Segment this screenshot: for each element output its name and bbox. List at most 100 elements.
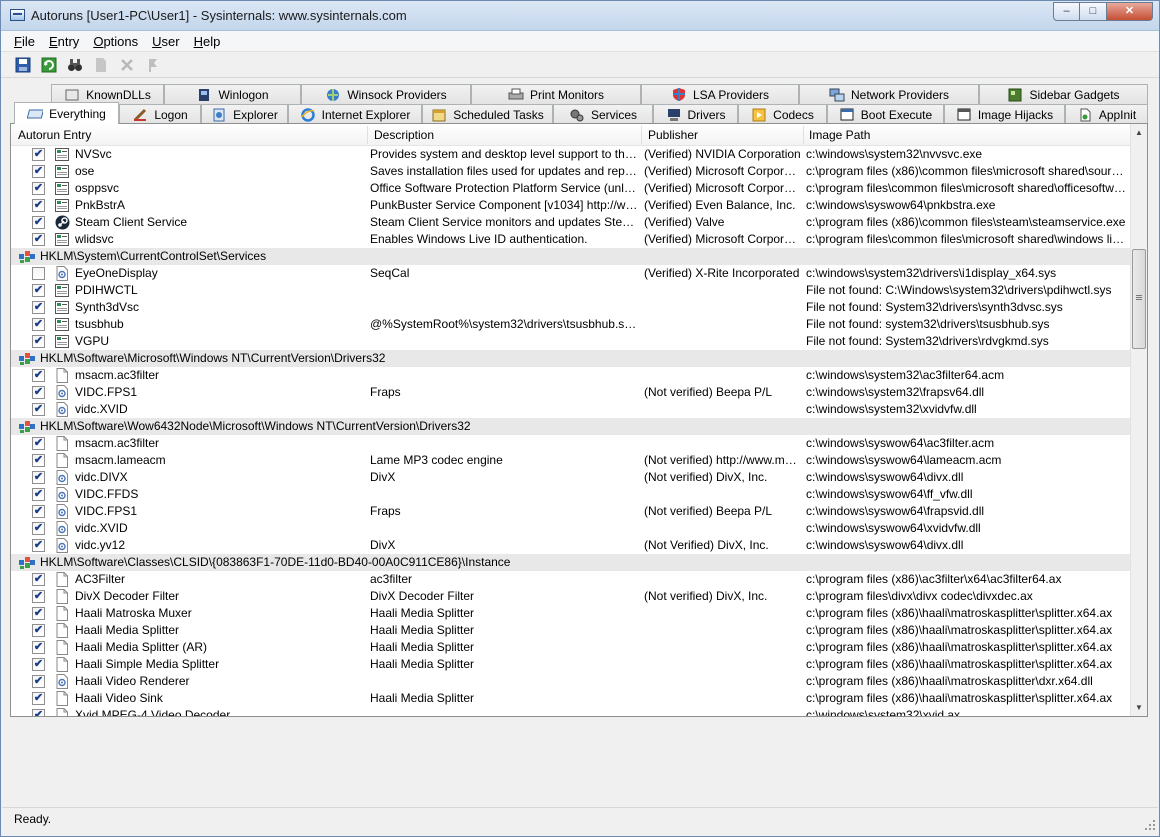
table-row[interactable]: ✔ Haali Simple Media Splitter Haali Media … (11, 656, 1131, 673)
save-button[interactable] (13, 55, 33, 75)
autoruns-list[interactable]: Autorun Entry Description Publisher Imag… (10, 123, 1148, 717)
enable-checkbox[interactable]: ✔ (32, 233, 45, 246)
table-row[interactable]: ✔ ose Saves installation files used for up… (11, 163, 1131, 180)
enable-checkbox[interactable]: ✔ (32, 675, 45, 688)
enable-checkbox[interactable]: ✔ (32, 539, 45, 552)
table-row[interactable]: ✔ vidc.XVID c:\windows\system32\xvidvfw.dl… (11, 401, 1131, 418)
tab-winlogon[interactable]: Winlogon (164, 84, 301, 104)
table-row[interactable]: EyeOneDisplay SeqCal (Verified) X-Rite Inc… (11, 265, 1131, 282)
table-row[interactable]: ✔ vidc.DIVX DivX (Not verified) DivX, Inc. c… (11, 469, 1131, 486)
tab-internet-explorer[interactable]: Internet Explorer (288, 104, 422, 124)
minimize-button[interactable]: – (1053, 2, 1080, 21)
close-button[interactable]: ✕ (1107, 2, 1153, 21)
table-row[interactable]: ✔ Haali Media Splitter (AR) Haali Media Sp… (11, 639, 1131, 656)
enable-checkbox[interactable]: ✔ (32, 403, 45, 416)
enable-checkbox[interactable]: ✔ (32, 624, 45, 637)
menu-entry[interactable]: Entry (42, 34, 86, 49)
table-row[interactable]: ✔ AC3Filter ac3filter c:\program files (x86… (11, 571, 1131, 588)
enable-checkbox[interactable]: ✔ (32, 301, 45, 314)
column-divider[interactable] (641, 126, 642, 144)
table-row[interactable]: ✔ VIDC.FFDS c:\windows\syswow64\ff_vfw.dll (11, 486, 1131, 503)
enable-checkbox[interactable]: ✔ (32, 369, 45, 382)
enable-checkbox[interactable]: ✔ (32, 199, 45, 212)
table-row[interactable]: ✔ PDIHWCTL File not found: C:\Windows\syst… (11, 282, 1131, 299)
scroll-up-arrow-icon[interactable]: ▲ (1131, 124, 1147, 141)
registry-key-group-row[interactable]: HKLM\System\CurrentControlSet\Services (11, 248, 1131, 265)
table-row[interactable]: ✔ Xvid MPEG-4 Video Decoder c:\windows\sys… (11, 707, 1131, 716)
vertical-scrollbar[interactable]: ▲ ▼ (1130, 124, 1147, 716)
table-row[interactable]: ✔ DivX Decoder Filter DivX Decoder Filter (… (11, 588, 1131, 605)
menu-options[interactable]: Options (86, 34, 145, 49)
enable-checkbox[interactable]: ✔ (32, 590, 45, 603)
title-bar[interactable]: Autoruns [User1-PC\User1] - Sysinternals… (1, 1, 1159, 31)
tab-knowndlls[interactable]: KnownDLLs (51, 84, 164, 104)
enable-checkbox[interactable]: ✔ (32, 641, 45, 654)
table-row[interactable]: ✔ msacm.ac3filter c:\windows\system32\ac3f… (11, 367, 1131, 384)
tab-appinit[interactable]: AppInit (1065, 104, 1148, 124)
enable-checkbox[interactable]: ✔ (32, 284, 45, 297)
enable-checkbox[interactable]: ✔ (32, 573, 45, 586)
column-header-description[interactable]: Description (374, 128, 434, 142)
table-row[interactable]: ✔ Haali Media Splitter Haali Media Splitte… (11, 622, 1131, 639)
enable-checkbox[interactable]: ✔ (32, 386, 45, 399)
enable-checkbox[interactable]: ✔ (32, 471, 45, 484)
refresh-button[interactable] (39, 55, 59, 75)
tab-image-hijacks[interactable]: Image Hijacks (944, 104, 1065, 124)
enable-checkbox[interactable]: ✔ (32, 318, 45, 331)
maximize-button[interactable]: □ (1080, 2, 1107, 21)
registry-key-group-row[interactable]: HKLM\Software\Microsoft\Windows NT\Curre… (11, 350, 1131, 367)
scrollbar-thumb[interactable] (1132, 249, 1146, 349)
enable-checkbox[interactable]: ✔ (32, 709, 45, 716)
table-row[interactable]: ✔ vidc.XVID c:\windows\syswow64\xvidvfw.dl… (11, 520, 1131, 537)
table-row[interactable]: ✔ Synth3dVsc File not found: System32\driv… (11, 299, 1131, 316)
table-row[interactable]: ✔ Haali Matroska Muxer Haali Media Splitte… (11, 605, 1131, 622)
enable-checkbox[interactable]: ✔ (32, 658, 45, 671)
table-row[interactable]: ✔ Haali Video Renderer c:\program files (x… (11, 673, 1131, 690)
column-header-image-path[interactable]: Image Path (809, 128, 870, 142)
tab-network-providers[interactable]: Network Providers (799, 84, 979, 104)
tab-boot-execute[interactable]: Boot Execute (827, 104, 944, 124)
enable-checkbox[interactable]: ✔ (32, 607, 45, 620)
enable-checkbox[interactable]: ✔ (32, 488, 45, 501)
column-divider[interactable] (803, 126, 804, 144)
scroll-down-arrow-icon[interactable]: ▼ (1131, 699, 1147, 716)
tab-drivers[interactable]: Drivers (653, 104, 738, 124)
tab-codecs[interactable]: Codecs (738, 104, 827, 124)
properties-button[interactable] (91, 55, 111, 75)
tab-print-monitors[interactable]: Print Monitors (471, 84, 641, 104)
registry-key-group-row[interactable]: HKLM\Software\Classes\CLSID\{083863F1-70… (11, 554, 1131, 571)
table-row[interactable]: ✔ NVSvc Provides system and desktop level … (11, 146, 1131, 163)
table-row[interactable]: ✔ vidc.yv12 DivX (Not Verified) DivX, Inc. c… (11, 537, 1131, 554)
enable-checkbox[interactable]: ✔ (32, 216, 45, 229)
table-row[interactable]: ✔ tsusbhub @%SystemRoot%\system32\drivers\… (11, 316, 1131, 333)
tab-lsa-providers[interactable]: LSA Providers (641, 84, 799, 104)
table-row[interactable]: ✔ msacm.lameacm Lame MP3 codec engine (Not … (11, 452, 1131, 469)
menu-help[interactable]: Help (187, 34, 228, 49)
enable-checkbox[interactable]: ✔ (32, 454, 45, 467)
delete-button[interactable] (117, 55, 137, 75)
tab-winsock-providers[interactable]: Winsock Providers (301, 84, 471, 104)
tab-sidebar-gadgets[interactable]: Sidebar Gadgets (979, 84, 1148, 104)
table-row[interactable]: ✔ msacm.ac3filter c:\windows\syswow64\ac3f… (11, 435, 1131, 452)
enable-checkbox[interactable]: ✔ (32, 437, 45, 450)
column-header-autorun-entry[interactable]: Autorun Entry (18, 128, 91, 142)
table-row[interactable]: ✔ osppsvc Office Software Protection Platf… (11, 180, 1131, 197)
resize-grip-icon[interactable] (1144, 819, 1156, 831)
find-button[interactable] (65, 55, 85, 75)
table-row[interactable]: ✔ PnkBstrA PunkBuster Service Component [v… (11, 197, 1131, 214)
tab-logon[interactable]: Logon (119, 104, 201, 124)
enable-checkbox[interactable]: ✔ (32, 692, 45, 705)
column-header-publisher[interactable]: Publisher (648, 128, 698, 142)
registry-key-group-row[interactable]: HKLM\Software\Wow6432Node\Microsoft\Wind… (11, 418, 1131, 435)
table-row[interactable]: ✔ VIDC.FPS1 Fraps (Not verified) Beepa P/L c… (11, 384, 1131, 401)
enable-checkbox[interactable]: ✔ (32, 335, 45, 348)
menu-user[interactable]: User (145, 34, 186, 49)
enable-checkbox[interactable]: ✔ (32, 522, 45, 535)
enable-checkbox[interactable]: ✔ (32, 182, 45, 195)
tab-explorer[interactable]: Explorer (201, 104, 288, 124)
table-row[interactable]: ✔ VIDC.FPS1 Fraps (Not verified) Beepa P/L c… (11, 503, 1131, 520)
enable-checkbox[interactable]: ✔ (32, 165, 45, 178)
table-row[interactable]: ✔ wlidsvc Enables Windows Live ID authenti… (11, 231, 1131, 248)
table-row[interactable]: ✔ Haali Video Sink Haali Media Splitter c:\… (11, 690, 1131, 707)
table-row[interactable]: ✔ Steam Client Service Steam Client Servic… (11, 214, 1131, 231)
